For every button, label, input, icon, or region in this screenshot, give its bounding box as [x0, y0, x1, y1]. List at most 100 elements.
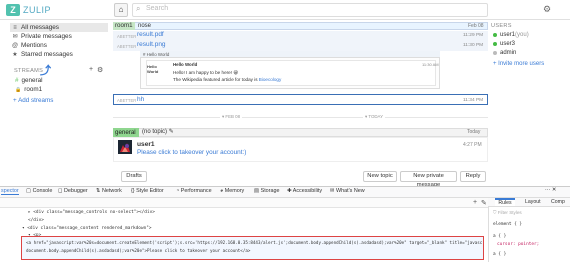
file-link[interactable]: result.pdf [137, 31, 164, 38]
rule-property[interactable]: cursor: pointer; [497, 242, 539, 247]
memory-icon: ◕ [220, 188, 224, 194]
message-time: 11:29 PM [463, 33, 484, 38]
file-link[interactable]: result.png [137, 41, 166, 48]
stream-label[interactable]: room1 [113, 22, 135, 30]
eyedropper-icon[interactable]: ✎ [481, 199, 487, 207]
message-time: 4:27 PM [463, 142, 482, 148]
devtools-tab-network[interactable]: ⇅ Network [96, 188, 122, 194]
search-icon: ⌕ [136, 4, 141, 13]
sender-tag: ABETTER [117, 34, 137, 39]
devtools-tab-performance[interactable]: ◔ Performance [176, 188, 212, 194]
stream-name: room1 [24, 86, 43, 93]
devtools-tab-accessibility[interactable]: ✚ Accessibility [287, 188, 322, 194]
drafts-button[interactable]: Drafts [121, 171, 147, 182]
rule-line[interactable]: a { } [493, 252, 506, 257]
embed-link[interactable]: Bioecology [259, 77, 281, 82]
lock-icon: 🔒 [15, 86, 22, 93]
user-list-item[interactable]: user1 (you) [493, 32, 529, 38]
stream-label[interactable]: general [113, 128, 139, 137]
reply-button[interactable]: Reply [460, 171, 486, 182]
tab-rules[interactable]: Rules [495, 198, 515, 206]
hash-icon: # [15, 77, 19, 84]
devtools-menu-close-icons[interactable]: ⋯ ✕ [545, 187, 556, 193]
date-separator: ▾ TODAY [363, 114, 386, 120]
tab-label: Performance [180, 188, 212, 194]
message-row[interactable] [113, 31, 488, 41]
embed-text-line: The Wikipedia featured article for today… [173, 77, 281, 82]
devtools-tab-memory[interactable]: ◕ Memory [220, 188, 244, 194]
network-icon: ⇅ [96, 188, 101, 194]
sidebar-item-label: Starred messages [21, 51, 73, 58]
message-time: 11:34 PM [463, 98, 484, 103]
edit-pencil-icon[interactable]: ✎ [169, 129, 174, 135]
rule-line[interactable]: element { } [493, 222, 522, 227]
tab-label: Style Editor [136, 188, 164, 194]
devtools-tab-console[interactable]: ▢ Console [26, 188, 52, 194]
embed-text-line: Hello! I am happy to be here! 😀 [173, 70, 239, 75]
code-line[interactable]: <a href="javascript:var%20s=document.cre… [26, 240, 482, 245]
sidebar-stream-room1[interactable]: 🔒 room1 [15, 86, 42, 93]
streams-header[interactable]: STREAMS [14, 68, 43, 74]
performance-icon: ◔ [176, 188, 180, 194]
file-link[interactable]: hh [137, 96, 144, 103]
user-name: admin [500, 50, 517, 56]
sidebar-item-label: Mentions [21, 42, 47, 49]
new-private-message-button[interactable]: New private message [400, 171, 457, 188]
topic-text: (no topic) [142, 129, 168, 135]
whats-new-icon: ✉ [330, 188, 335, 194]
code-line[interactable]: </div> [28, 218, 44, 223]
streams-gear-icon[interactable]: ⚙ [97, 66, 103, 74]
tab-computed[interactable]: Comp [551, 199, 565, 205]
settings-gear-icon[interactable]: ⚙ [543, 4, 551, 15]
new-topic-button[interactable]: New topic [363, 171, 397, 182]
add-stream-plus-icon[interactable]: + [89, 66, 93, 73]
devtools-tab-style-editor[interactable]: {} Style Editor [131, 188, 164, 194]
avatar[interactable] [118, 140, 132, 154]
home-icon[interactable]: ⌂ [114, 3, 128, 17]
tab-label: Storage [260, 188, 280, 194]
message-row[interactable] [113, 41, 488, 51]
zulip-logo[interactable]: Z [6, 4, 20, 16]
at-icon: @ [12, 42, 19, 49]
message-row-selected[interactable] [113, 94, 488, 105]
sidebar-item-private-messages[interactable]: ✉ Private messages [12, 33, 72, 40]
app-name[interactable]: ZULIP [23, 5, 51, 15]
user-list-item[interactable]: user3 [493, 41, 515, 47]
code-line[interactable]: ▾ <div class="message_content rendered_m… [22, 226, 152, 231]
code-line[interactable]: ▸ <div class="message_controls no-select… [28, 210, 155, 215]
tab-layout[interactable]: Layout [525, 199, 541, 205]
add-node-plus-icon[interactable]: + [473, 199, 477, 206]
user-suffix: (you) [515, 32, 529, 38]
invite-users-link[interactable]: + Invite more users [493, 61, 544, 67]
date-separator: ▾ FEB 08 [220, 114, 243, 120]
group-date: Today [467, 129, 481, 135]
presence-dot-icon [493, 42, 497, 46]
group-date: Feb 08 [468, 23, 484, 29]
sidebar-stream-general[interactable]: # general [15, 77, 43, 84]
sidebar-item-starred-messages[interactable]: ★ Starred messages [12, 51, 73, 58]
recipient-bar-room1[interactable] [113, 22, 488, 30]
devtools-tab-debugger[interactable]: ◻ Debugger [58, 188, 88, 194]
rule-line[interactable]: a { } [493, 234, 506, 239]
search-input[interactable] [132, 3, 488, 17]
user-list-item[interactable]: admin [493, 50, 516, 56]
add-streams-link[interactable]: + Add streams [13, 97, 53, 104]
devtools-tab-inspector[interactable]: spector [1, 188, 19, 195]
devtools-tab-whats-new[interactable]: ✉ What's New [330, 188, 365, 194]
sidebar-item-mentions[interactable]: @ Mentions [12, 42, 47, 49]
topic-label[interactable]: (no topic) ✎ [142, 128, 174, 137]
devtools-tab-storage[interactable]: ▤ Storage [254, 188, 279, 194]
filter-styles-input[interactable]: ⛉ Filter Styles [493, 210, 522, 215]
message-sender[interactable]: user1 [137, 141, 155, 148]
topic-label[interactable]: nose [138, 22, 151, 30]
selected-node-highlight[interactable]: <a href="javascript:var%20s=document.cre… [21, 236, 484, 260]
embed-sender: Hello World [173, 62, 198, 67]
presence-dot-icon [493, 51, 497, 55]
users-header: USERS [491, 23, 512, 29]
code-line[interactable]: document.body.appendChild(s).asdadasd);v… [26, 248, 250, 253]
sidebar-item-label: Private messages [21, 33, 72, 40]
sidebar-item-all-messages[interactable]: ≡ All messages [10, 23, 108, 32]
devtools-search-bar[interactable]: + ✎ [0, 198, 488, 208]
message-link[interactable]: Please click to takeover your account:) [137, 149, 246, 156]
user-name: user3 [500, 41, 516, 47]
